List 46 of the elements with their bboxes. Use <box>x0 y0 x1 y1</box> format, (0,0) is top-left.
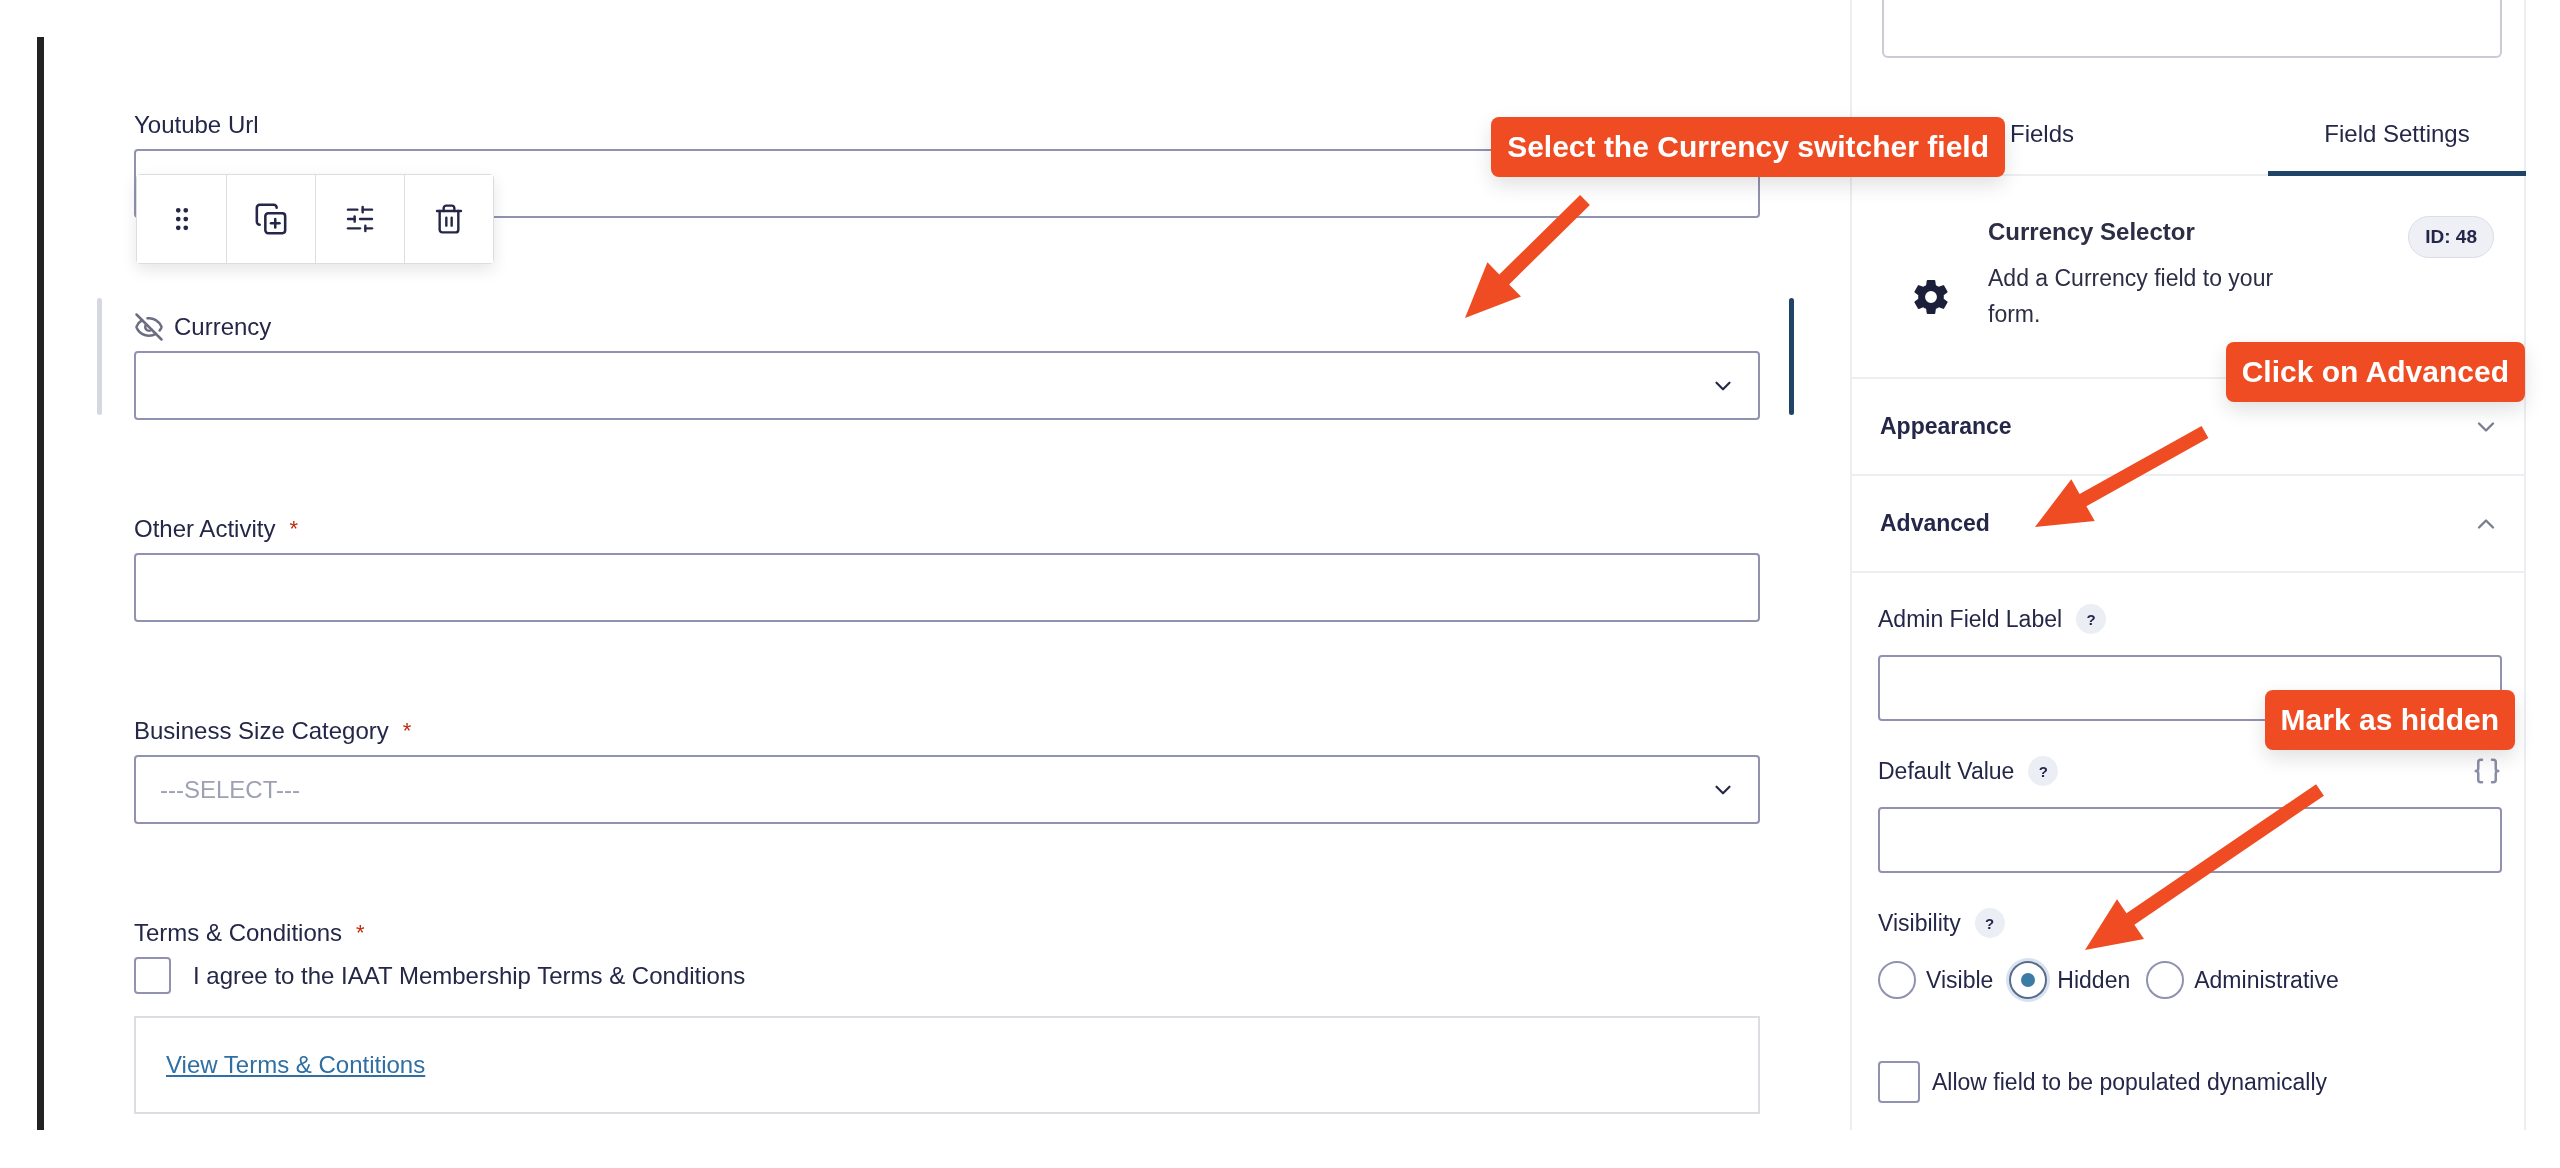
field-label: Other Activity <box>134 515 276 543</box>
tab[interactable]: Field Settings <box>2268 96 2526 176</box>
radio-button[interactable] <box>2146 961 2185 999</box>
checkbox-label: Allow field to be populated dynamically <box>1932 1068 2328 1096</box>
copy-plus-icon <box>254 202 288 236</box>
required-mark: * <box>402 718 412 744</box>
annotation-tooltip: Mark as hidden <box>2264 690 2515 750</box>
tab[interactable]: Fields <box>2010 96 2268 176</box>
radio-label: Visible <box>1926 966 1994 994</box>
trash-icon <box>433 203 465 235</box>
field-type-description: Add a Currency field to your form. <box>1988 264 2275 329</box>
braces-icon[interactable] <box>2472 756 2502 786</box>
field-type-title: Currency Selector <box>1988 218 2196 246</box>
help-icon[interactable]: ? <box>1974 908 2005 938</box>
id-badge: ID: 48 <box>2408 216 2494 258</box>
radio-label: Hidden <box>2057 966 2131 994</box>
radio-label: Administrative <box>2194 966 2339 994</box>
checkbox-label: I agree to the IAAT Membership Terms & Conditions <box>193 961 746 990</box>
gear-icon <box>1912 278 1950 316</box>
checkbox[interactable] <box>134 957 171 994</box>
radio-button[interactable] <box>2009 961 2048 999</box>
field-label: Business Size Category <box>134 717 389 745</box>
input-field[interactable] <box>134 553 1760 622</box>
field-label: Terms & Conditions <box>134 919 343 947</box>
setting-label: Admin Field Label <box>1878 605 2063 633</box>
drag-handle[interactable] <box>137 175 226 263</box>
terms-link[interactable]: View Terms & Contitions <box>166 1051 426 1079</box>
required-mark: * <box>356 920 365 946</box>
required-mark: * <box>289 516 298 542</box>
select-field[interactable] <box>134 351 1760 420</box>
setting-label: Default Value <box>1878 757 2015 785</box>
help-icon[interactable]: ? <box>2076 604 2107 634</box>
annotation-tooltip: Click on Advanced <box>2225 342 2525 402</box>
annotation-tooltip: Select the Currency switcher field <box>1491 117 2005 177</box>
input-field[interactable] <box>1882 0 2502 58</box>
setting-label: Visibility <box>1878 909 1961 937</box>
checkbox[interactable] <box>1878 1061 1920 1103</box>
duplicate-button[interactable] <box>226 175 315 263</box>
help-icon[interactable]: ? <box>2028 756 2059 786</box>
field-label: Youtube Url <box>134 111 259 139</box>
input-field[interactable] <box>1878 807 2502 873</box>
sliders-icon <box>344 203 376 235</box>
settings-button[interactable] <box>315 175 404 263</box>
field-label: Currency <box>174 313 272 341</box>
delete-button[interactable] <box>404 175 493 263</box>
radio-button[interactable] <box>1878 961 1916 999</box>
